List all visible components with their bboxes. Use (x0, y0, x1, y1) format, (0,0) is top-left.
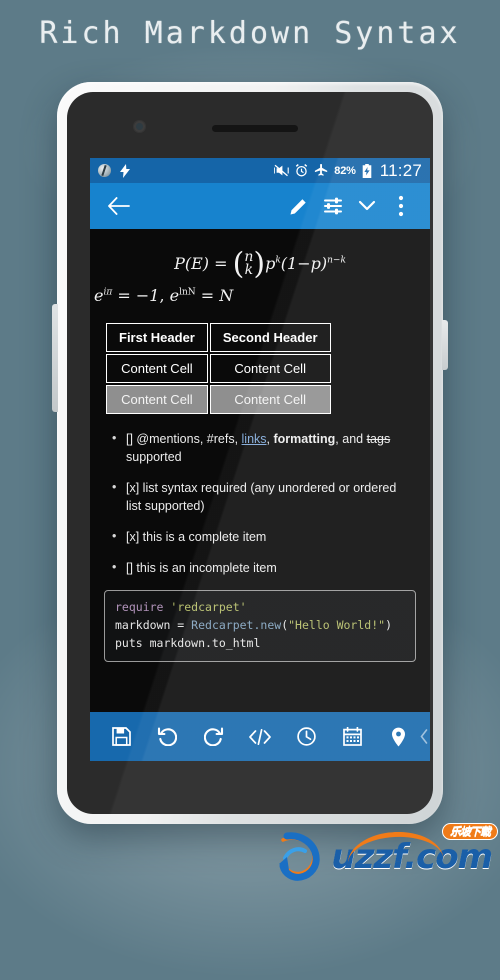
inline-link[interactable]: links (242, 432, 267, 446)
euler-ipi: iπ (103, 287, 113, 298)
airplane-mode-icon (314, 164, 328, 177)
phone-bezel: 82% 11:27 P(E) = (n k)pk(1−p)n−k eiπ =… (67, 92, 433, 814)
more-vertical-icon[interactable] (384, 189, 418, 223)
euler-N: N (219, 285, 234, 305)
euler-minus-one: −1 (135, 285, 160, 305)
code-text: markdown = (115, 618, 192, 633)
markdown-preview[interactable]: P(E) = (n k)pk(1−p)n−k eiπ = −1, elnN = N (90, 229, 430, 712)
save-icon[interactable] (98, 727, 144, 746)
undo-icon[interactable] (144, 727, 190, 746)
phone-mockup: 82% 11:27 P(E) = (n k)pk(1−p)n−k eiπ =… (52, 82, 448, 824)
clock-icon[interactable] (283, 727, 329, 746)
table-cell: Content Cell (106, 353, 208, 383)
math-eq: = (214, 253, 228, 273)
power-button[interactable] (442, 320, 448, 370)
code-block: require 'redcarpet' markdown = Redcarpet… (104, 590, 416, 662)
table-cell: Content Cell (106, 384, 208, 414)
list-item-prefix: [] @mentions, #refs, (126, 431, 242, 446)
bottom-toolbar (90, 712, 430, 761)
status-bar-left (98, 163, 130, 178)
battery-percent: 82% (334, 164, 356, 177)
app-circle-icon (98, 164, 111, 177)
markdown-task-list: [] @mentions, #refs, links, formatting, … (112, 429, 414, 578)
list-item: [x] this is a complete item (112, 527, 414, 546)
location-pin-icon[interactable] (376, 727, 422, 747)
site-watermark: uzzf.com 乐坡下载 (273, 823, 498, 884)
list-item: [] this is an incomplete item (112, 558, 414, 577)
code-icon[interactable] (237, 728, 283, 745)
binom-paren-close: ) (253, 246, 266, 282)
table-cell: Content Cell (209, 384, 331, 414)
markdown-table: First Header Second Header Content Cell … (104, 321, 333, 416)
inline-bold: formatting (273, 431, 336, 446)
binom-bottom: k (244, 262, 254, 279)
euler-comma: , (159, 285, 165, 305)
math-minus: − (297, 253, 311, 273)
code-string: 'redcarpet' (163, 600, 247, 615)
status-bar-right: 82% 11:27 (274, 161, 422, 181)
euler-eq1: = (117, 285, 131, 305)
pencil-icon[interactable] (282, 189, 316, 223)
table-header-cell: Second Header (209, 322, 331, 352)
euler-e2: e (169, 285, 180, 305)
inline-strikethrough: tags (366, 431, 391, 446)
math-p2: p) (310, 253, 328, 273)
watermark-arc (346, 829, 445, 865)
code-string: "Hello World!" (288, 618, 386, 633)
math-formula-binomial: P(E) = (n k)pk (1−p)n−k (90, 229, 430, 282)
vibrate-off-icon (274, 164, 290, 177)
action-bar (90, 183, 430, 229)
table-row: Content Cell Content Cell (106, 353, 331, 383)
code-class: Redcarpet.new (191, 618, 282, 633)
page-title-text: Rich Markdown Syntax (39, 16, 461, 51)
list-item-suffix: supported (126, 449, 182, 464)
redo-icon[interactable] (191, 727, 237, 746)
watermark-badge: 乐坡下载 (442, 823, 498, 840)
watermark-text: uzzf.com 乐坡下载 (331, 823, 498, 874)
math-formula-euler: eiπ = −1, elnN = N (90, 282, 430, 319)
volume-button[interactable] (52, 304, 58, 412)
euler-lnN: lnN (179, 287, 196, 298)
math-lhs: P(E) (174, 253, 210, 273)
phone-screen: 82% 11:27 P(E) = (n k)pk(1−p)n−k eiπ =… (90, 158, 430, 761)
page-title: Rich Markdown Syntax (0, 16, 500, 51)
code-keyword: require (115, 600, 164, 615)
front-camera-icon (133, 120, 146, 133)
binomial-coefficient: nk (244, 250, 254, 279)
table-header-cell: First Header (106, 322, 208, 352)
math-one-minus: (1 (280, 253, 298, 273)
calendar-icon[interactable] (329, 727, 375, 746)
binom-paren-open: ( (232, 246, 245, 282)
alarm-icon (295, 164, 308, 177)
earpiece-speaker (212, 125, 298, 132)
status-bar-clock: 11:27 (379, 160, 422, 180)
battery-charging-icon (362, 163, 372, 178)
code-text: puts markdown.to_html (115, 635, 261, 650)
list-item-mid2: , and (335, 431, 367, 446)
chevron-down-icon[interactable] (350, 189, 384, 223)
overflow-chevron-icon[interactable] (420, 729, 428, 749)
list-item: [x] list syntax required (any unordered … (112, 478, 414, 515)
code-text: ) (385, 618, 392, 633)
math-p: p (265, 253, 276, 273)
table-row: Content Cell Content Cell (106, 384, 331, 414)
euler-eq2: = (200, 285, 215, 305)
table-cell: Content Cell (209, 353, 331, 383)
back-arrow-icon[interactable] (102, 189, 136, 223)
status-bar: 82% 11:27 (90, 158, 430, 183)
tune-sliders-icon[interactable] (316, 189, 350, 223)
watermark-logo-icon (273, 830, 327, 884)
table-header-row: First Header Second Header (106, 322, 331, 352)
list-item: [] @mentions, #refs, links, formatting, … (112, 429, 414, 466)
math-nk-exp: n−k (327, 255, 346, 266)
flash-icon (120, 163, 130, 178)
